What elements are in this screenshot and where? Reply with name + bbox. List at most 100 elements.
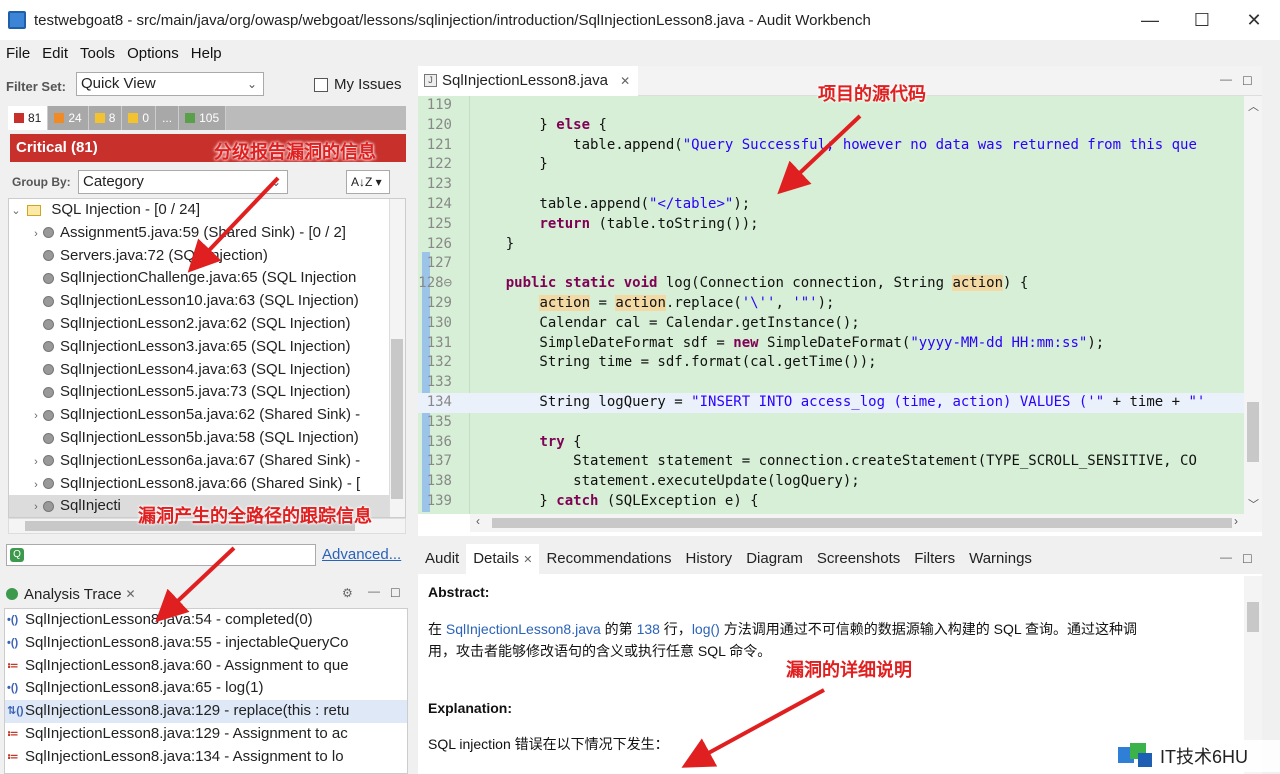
trace-row[interactable]: ≔ SqlInjectionLesson8.java:60 - Assignmen… — [5, 655, 407, 678]
code-line[interactable]: 133 — [418, 373, 1244, 393]
code-line[interactable]: 130 Calendar cal = Calendar.getInstance(… — [418, 314, 1244, 334]
code-line[interactable]: 137 Statement statement = connection.cre… — [418, 452, 1244, 472]
list-item[interactable]: SqlInjectionLesson4.java:63 (SQL Injecti… — [9, 359, 405, 382]
tab-medium[interactable]: 8 — [88, 106, 123, 130]
tab-high[interactable]: 24 — [48, 106, 89, 130]
chevron-down-icon[interactable]: ﹀ — [1248, 496, 1259, 512]
list-item[interactable]: SqlInjectionLesson5.java:73 (SQL Injecti… — [9, 381, 405, 404]
tab-warnings[interactable]: Warnings — [962, 544, 1039, 574]
code-line[interactable]: 135 — [418, 413, 1244, 433]
editor-hscrollbar[interactable]: ‹ › — [470, 514, 1262, 532]
code-line[interactable]: 139 } catch (SQLException e) { — [418, 492, 1244, 512]
maximize-icon[interactable]: ☐ — [1242, 552, 1253, 566]
scroll-thumb[interactable] — [1247, 402, 1259, 462]
chevron-up-icon[interactable]: ︿ — [1248, 98, 1259, 114]
scroll-thumb[interactable] — [391, 339, 403, 499]
close-icon[interactable]: ✕ — [523, 554, 532, 566]
code-line[interactable]: 132 String time = sdf.format(cal.getTime… — [418, 353, 1244, 373]
source-file-link[interactable]: SqlInjectionLesson8.java — [446, 621, 601, 637]
list-item[interactable]: › Assignment5.java:59 (Shared Sink) - [0 … — [9, 222, 405, 245]
code-line[interactable]: 120 } else { — [418, 116, 1244, 136]
code-line[interactable]: 128⊖ public static void log(Connection c… — [418, 274, 1244, 294]
tab-history[interactable]: History — [679, 544, 740, 574]
chevron-right-icon[interactable]: › — [29, 451, 43, 474]
tab-all[interactable]: 105 — [179, 106, 227, 130]
code-line[interactable]: 124 table.append("</table>"); — [418, 195, 1244, 215]
list-item[interactable]: SqlInjectionLesson5b.java:58 (SQL Inject… — [9, 427, 405, 450]
list-item[interactable]: › SqlInjectionLesson6a.java:67 (Shared Si… — [9, 450, 405, 473]
tab-details[interactable]: Details ✕ — [466, 544, 540, 574]
tab-recommendations[interactable]: Recommendations — [539, 544, 678, 574]
close-icon[interactable]: ✕ — [126, 587, 136, 601]
list-item[interactable]: SqlInjectionLesson10.java:63 (SQL Inject… — [9, 290, 405, 313]
tab-more[interactable]: ... — [156, 106, 180, 130]
code-line[interactable]: 136 try { — [418, 433, 1244, 453]
maximize-button[interactable]: ☐ — [1176, 0, 1228, 40]
tab-filters[interactable]: Filters — [907, 544, 962, 574]
tab-screenshots[interactable]: Screenshots — [810, 544, 907, 574]
menu-help[interactable]: Help — [185, 45, 228, 62]
options-icon[interactable]: ⚙ — [342, 586, 353, 600]
trace-row[interactable]: •() SqlInjectionLesson8.java:65 - log(1) — [5, 677, 407, 700]
chevron-left-icon[interactable]: ‹ — [476, 514, 480, 528]
search-input[interactable]: Q — [6, 544, 316, 566]
close-button[interactable]: ✕ — [1228, 0, 1280, 40]
close-icon[interactable]: ✕ — [620, 74, 630, 88]
trace-row-selected[interactable]: ⇅() SqlInjectionLesson8.java:129 - replac… — [5, 700, 407, 723]
trace-row[interactable]: •() SqlInjectionLesson8.java:55 - injecta… — [5, 632, 407, 655]
tab-audit[interactable]: Audit — [418, 544, 466, 574]
code-line[interactable]: 134 String logQuery = "INSERT INTO acces… — [418, 393, 1244, 413]
code-line[interactable]: 123 — [418, 175, 1244, 195]
scroll-thumb[interactable] — [1247, 602, 1259, 632]
trace-row[interactable]: •() SqlInjectionLesson8.java:54 - complet… — [5, 609, 407, 632]
list-item[interactable]: SqlInjectionLesson3.java:65 (SQL Injecti… — [9, 336, 405, 359]
code-line[interactable]: 129 action = action.replace('\'', '"'); — [418, 294, 1244, 314]
trace-row[interactable]: ≔ SqlInjectionLesson8.java:129 - Assignme… — [5, 723, 407, 746]
sort-button[interactable]: A↓Z ▾ — [346, 170, 390, 194]
group-by-select[interactable]: Category ⌄ — [78, 170, 288, 194]
chevron-right-icon[interactable]: › — [29, 474, 43, 497]
minimize-button[interactable]: — — [1124, 0, 1176, 40]
list-item[interactable]: SqlInjectionLesson2.java:62 (SQL Injecti… — [9, 313, 405, 336]
tab-diagram[interactable]: Diagram — [739, 544, 810, 574]
filter-set-select[interactable]: Quick View ⌄ — [76, 72, 264, 96]
trace-row[interactable]: ≔ SqlInjectionLesson8.java:134 - Assignme… — [5, 746, 407, 769]
method-link[interactable]: log() — [692, 621, 720, 637]
tab-source-file[interactable]: J SqlInjectionLesson8.java ✕ — [418, 66, 639, 96]
minimize-icon[interactable]: — — [368, 584, 380, 598]
menu-edit[interactable]: Edit — [36, 45, 74, 62]
code-line[interactable]: 127 — [418, 254, 1244, 274]
code-line[interactable]: 131 SimpleDateFormat sdf = new SimpleDat… — [418, 334, 1244, 354]
code-line[interactable]: 121 table.append("Query Successful; howe… — [418, 136, 1244, 156]
tab-critical[interactable]: 81 — [8, 106, 49, 130]
editor-scrollbar[interactable]: ︿ ﹀ — [1244, 96, 1262, 514]
tree-folder[interactable]: ⌄ SQL Injection - [0 / 24] — [9, 199, 405, 222]
menu-file[interactable]: File — [0, 45, 36, 62]
maximize-icon[interactable]: ☐ — [390, 586, 401, 600]
my-issues-toggle[interactable]: My Issues — [314, 76, 402, 93]
my-issues-checkbox[interactable] — [314, 77, 328, 92]
scroll-thumb[interactable] — [492, 518, 1232, 528]
menu-tools[interactable]: Tools — [74, 45, 121, 62]
chevron-right-icon[interactable]: › — [29, 405, 43, 428]
tree-scrollbar[interactable] — [389, 199, 405, 517]
code-area[interactable]: 119 120 } else {121 table.append("Query S… — [418, 96, 1244, 514]
menu-options[interactable]: Options — [121, 45, 185, 62]
maximize-icon[interactable]: ☐ — [1242, 74, 1253, 88]
code-line[interactable]: 125 return (table.toString()); — [418, 215, 1244, 235]
list-item[interactable]: › SqlInjectionLesson8.java:66 (Shared Sin… — [9, 473, 405, 496]
code-line[interactable]: 138 statement.executeUpdate(logQuery); — [418, 472, 1244, 492]
advanced-search-link[interactable]: Advanced... — [322, 546, 401, 563]
tab-analysis-trace[interactable]: Analysis Trace — [18, 586, 122, 603]
line-number-link[interactable]: 138 — [637, 621, 660, 637]
chevron-right-icon[interactable]: › — [29, 223, 43, 246]
chevron-down-icon[interactable]: ⌄ — [9, 200, 23, 223]
code-line[interactable]: 122 } — [418, 155, 1244, 175]
list-item[interactable]: Servers.java:72 (SQL Injection) — [9, 245, 405, 268]
list-item[interactable]: › SqlInjectionLesson5a.java:62 (Shared Si… — [9, 404, 405, 427]
tab-low[interactable]: 0 — [122, 106, 157, 130]
chevron-right-icon[interactable]: › — [29, 496, 43, 517]
minimize-icon[interactable]: — — [1220, 550, 1232, 564]
chevron-right-icon[interactable]: › — [1234, 514, 1238, 528]
list-item[interactable]: SqlInjectionChallenge.java:65 (SQL Injec… — [9, 267, 405, 290]
